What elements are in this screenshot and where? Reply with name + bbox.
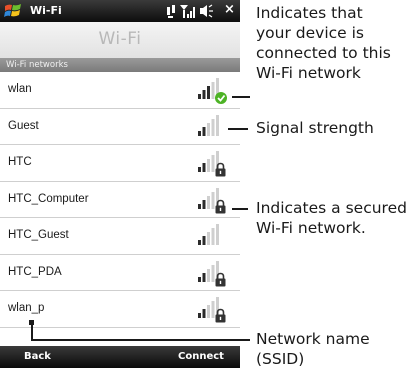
callout-line-ssid-h	[31, 339, 250, 341]
signal-secured-icon	[198, 187, 226, 213]
close-icon[interactable]: ×	[224, 2, 235, 17]
signal-bar	[207, 86, 210, 99]
status-bar-title: Wi-Fi	[30, 4, 62, 17]
signal-bar	[211, 82, 215, 99]
network-row[interactable]: HTC_Computer	[0, 182, 240, 218]
callout-line-connected	[232, 96, 250, 98]
lock-icon	[215, 162, 226, 177]
signal-bar	[202, 199, 206, 209]
signal-connected-icon	[198, 78, 227, 104]
signal-secured-icon	[198, 297, 226, 323]
signal-bar	[211, 155, 215, 172]
status-icons[interactable]	[166, 3, 218, 19]
network-name: HTC_Guest	[8, 229, 69, 241]
signal-bar	[198, 203, 201, 209]
phone-screen: Wi-Fi × Wi-Fi Wi-Fi networks wlan Guest HT…	[0, 0, 240, 368]
status-bar: Wi-Fi ×	[0, 0, 240, 22]
signal-bar	[216, 224, 219, 245]
connectivity-icon	[167, 5, 175, 18]
signal-bar	[198, 130, 201, 136]
signal-bar	[211, 118, 215, 136]
network-name: wlan_p	[8, 302, 45, 314]
signal-bar	[202, 272, 206, 282]
back-button[interactable]: Back	[24, 351, 51, 362]
signal-bar	[202, 236, 206, 245]
network-name: HTC_Computer	[8, 192, 89, 205]
signal-bar	[216, 114, 219, 136]
signal-bar	[198, 94, 201, 99]
network-name: Guest	[8, 119, 39, 132]
network-row[interactable]: wlan_p	[0, 291, 240, 328]
network-name: HTC	[8, 156, 32, 168]
callout-secured: Indicates a secured Wi-Fi network.	[256, 199, 407, 237]
softkey-bar: Back Connect	[0, 346, 240, 368]
callout-line-signal	[228, 128, 248, 130]
network-list: wlan Guest HTC HTC_Computer HTC_Guest HTC_PDA…	[0, 72, 240, 328]
signal-bar	[207, 232, 210, 245]
signal-bar	[207, 305, 210, 318]
lock-icon	[215, 199, 226, 213]
signal-bar	[207, 268, 210, 282]
network-row[interactable]: HTC	[0, 145, 240, 182]
signal-bar	[202, 309, 206, 318]
network-name: HTC_PDA	[8, 265, 62, 278]
signal-bar	[202, 126, 206, 136]
network-row[interactable]: HTC_PDA	[0, 255, 240, 291]
signal-bar	[207, 122, 210, 136]
signal-bar	[202, 163, 206, 172]
signal-bar	[211, 301, 215, 318]
connected-check-icon	[215, 92, 227, 104]
signal-bar	[202, 90, 206, 99]
title-bar: Wi-Fi	[0, 22, 240, 58]
signal-bars-icon	[180, 5, 195, 18]
signal-bar	[211, 228, 215, 245]
connect-button[interactable]: Connect	[178, 351, 224, 362]
volume-icon	[200, 4, 213, 18]
signal-bar	[198, 313, 201, 318]
signal-bar	[207, 195, 210, 209]
signal-bar	[211, 264, 215, 282]
signal-bar	[207, 159, 210, 172]
signal-bar	[211, 191, 215, 209]
signal-bar	[198, 276, 201, 282]
signal-bar	[198, 167, 201, 172]
network-row[interactable]: HTC_Guest	[0, 218, 240, 255]
callout-ssid: Network name (SSID)	[256, 330, 370, 368]
signal-icon	[198, 114, 219, 136]
signal-bar	[198, 240, 201, 245]
callout-line-secured	[232, 208, 248, 210]
callout-signal: Signal strength	[256, 119, 374, 137]
network-name: wlan	[8, 83, 32, 95]
lock-icon	[215, 272, 226, 286]
network-row[interactable]: Guest	[0, 109, 240, 145]
signal-icon	[198, 224, 219, 245]
callout-marker-ssid	[29, 320, 34, 325]
page-title: Wi-Fi	[98, 29, 142, 49]
lock-icon	[215, 308, 226, 323]
signal-secured-icon	[198, 260, 226, 286]
windows-logo-icon[interactable]	[4, 3, 22, 19]
signal-secured-icon	[198, 151, 226, 177]
callout-connected: Indicates that your device is connected …	[256, 4, 391, 82]
section-header: Wi-Fi networks	[0, 58, 240, 72]
network-row[interactable]: wlan	[0, 72, 240, 109]
